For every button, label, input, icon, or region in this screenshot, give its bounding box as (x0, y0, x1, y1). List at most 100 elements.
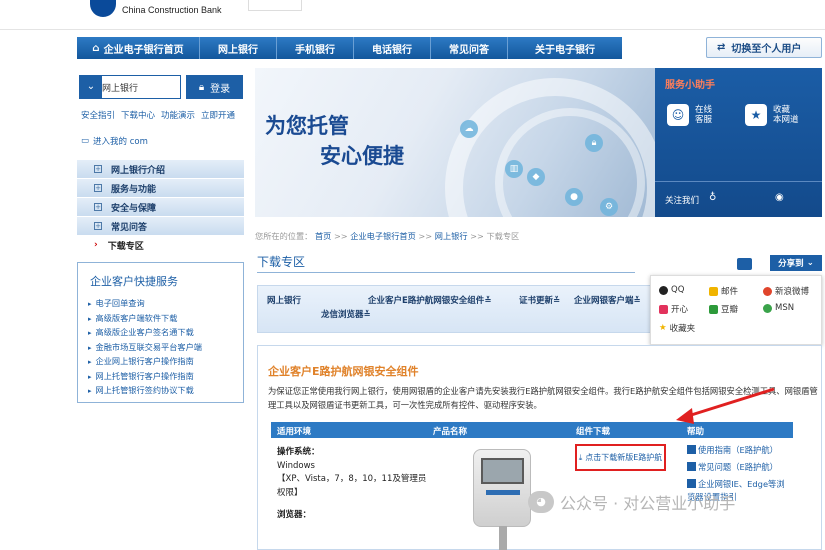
qq-icon (659, 285, 668, 295)
breadcrumb-prefix: 您所在的位置： (255, 231, 313, 241)
nav-home-label: 企业电子银行首页 (103, 44, 184, 56)
login-links: 安全指引 下载中心 功能演示 立即开通 (81, 109, 235, 121)
quick-link[interactable]: 网上托管银行签约协议下载 (88, 384, 243, 399)
lock-icon: 🔒︎ (585, 134, 603, 152)
side-menu: + 网上银行介绍 + 服务与功能 + 安全与保障 + 常见问答 › 下载专区 (77, 160, 244, 255)
col-environment: 适用环境 (277, 427, 312, 437)
quick-link[interactable]: 电子回单查询 (88, 297, 243, 312)
help-link-guide[interactable]: 使用指南（E路护航） (687, 444, 787, 457)
print-icon[interactable] (737, 258, 752, 270)
nav-phone-banking[interactable]: 电话银行 (354, 37, 431, 59)
side-menu-item[interactable]: + 网上银行介绍 (77, 160, 244, 179)
link-open-now[interactable]: 立即开通 (201, 109, 235, 121)
table-header: 适用环境 产品名称 组件下载 帮助 (271, 422, 793, 438)
switch-personal-button[interactable]: ⇄ 切换至个人用户 (706, 37, 822, 58)
breadcrumb-home[interactable]: 首页 (315, 231, 331, 241)
link-demo[interactable]: 功能演示 (161, 109, 195, 121)
quick-link[interactable]: 高级版客户端软件下载 (88, 312, 243, 327)
page-title: 下载专区 (257, 253, 635, 273)
side-menu-label: 常见问答 (111, 222, 148, 233)
share-kaixin[interactable]: 开心 (659, 303, 688, 315)
promo-banner[interactable]: ☁ 🔒︎ ▥ ◆ ● ⚙ 为您托管 安心便捷 (255, 68, 655, 217)
user-icon: ● (565, 188, 583, 206)
quick-link[interactable]: 企业网上银行客户操作指南 (88, 355, 243, 370)
mycom-link[interactable]: ▭ 进入我的 com (81, 135, 148, 147)
share-popup: QQ 邮件 新浪微博 开心 豆瓣 MSN ★ 收藏夹 (650, 275, 822, 345)
shield-icon: ◆ (527, 168, 545, 186)
bookmark-button[interactable]: ★ 收藏 本网道 (745, 104, 799, 126)
download-tabs: 网上银行 企业客户E路护航网银安全组件≚ 证书更新≚ 企业网银客户端≚ 龙信浏览… (257, 285, 652, 333)
breadcrumb-separator: >> (418, 231, 433, 241)
tab-browser[interactable]: 龙信浏览器≚ (321, 308, 371, 320)
os-label: 操作系统： (277, 447, 320, 457)
document-icon (687, 479, 696, 488)
login-area: 企业网上银行 ⌄ 🔒︎ 登录 安全指引 下载中心 功能演示 立即开通 ▭ 进入我… (77, 68, 244, 160)
breadcrumb-separator: >> (470, 231, 484, 241)
douban-icon (709, 304, 718, 314)
login-type-select[interactable]: 企业网上银行 ⌄ (79, 75, 181, 99)
help-link-faq[interactable]: 常见问题（E路护航） (687, 461, 787, 474)
share-button[interactable]: 分享到 ⌄ (770, 255, 822, 271)
nav-faq[interactable]: 常见问答 (431, 37, 508, 59)
download-e-lu-button[interactable]: ⤓ 点击下载新版E路护航 (575, 444, 666, 471)
header-search-box[interactable] (248, 0, 302, 11)
chat-icon: ☺ (667, 104, 689, 126)
tab-e-lu-label: 企业客户E路护航网银安全组件 (368, 296, 485, 306)
nav-home[interactable]: ⌂ 企业电子银行首页 (77, 37, 200, 59)
download-panel: 企业客户E路护航网银安全组件 为保证您正常使用我行网上银行，使用网银盾的企业客户… (257, 345, 822, 550)
panel-description: 为保证您正常使用我行网上银行，使用网银盾的企业客户请先安装我行E路护航网银安全组… (268, 386, 818, 410)
quick-link[interactable]: 网上托管银行客户操作指南 (88, 370, 243, 385)
breadcrumb-corporate[interactable]: 企业电子银行首页 (350, 231, 416, 241)
chevron-right-icon: › (94, 240, 98, 250)
online-service-button[interactable]: ☺ 在线 客服 (667, 104, 712, 126)
expand-icon: + (94, 222, 102, 230)
share-weibo[interactable]: 新浪微博 (763, 285, 809, 297)
share-msn[interactable]: MSN (763, 303, 794, 313)
lock-icon: 🔒︎ (198, 81, 205, 93)
panel-title: 企业客户E路护航网银安全组件 (268, 365, 419, 378)
bookmark-label: 收藏 本网道 (773, 105, 799, 125)
tab-client[interactable]: 企业网银客户端≚ (574, 294, 641, 306)
side-menu-item[interactable]: + 服务与功能 (77, 179, 244, 198)
os-value: Windows (277, 460, 315, 471)
share-weibo-label: 新浪微博 (775, 287, 810, 297)
banner-headline-1: 为您托管 (265, 113, 349, 138)
switch-icon: ⇄ (717, 42, 726, 53)
browser-label: 浏览器： (277, 510, 312, 520)
quick-link[interactable]: 金融市场互联交易平台客户端 (88, 341, 243, 356)
monitor-icon: ▭ (81, 136, 90, 146)
side-menu-item-active[interactable]: › 下载专区 (77, 236, 244, 255)
share-qq[interactable]: QQ (659, 285, 684, 295)
link-download-center[interactable]: 下载中心 (121, 109, 155, 121)
quick-services-title: 企业客户快捷服务 (90, 275, 178, 288)
login-button[interactable]: 🔒︎ 登录 (186, 75, 243, 99)
quick-link[interactable]: 高级版企业客户签名通下载 (88, 326, 243, 341)
wechat-icon[interactable]: ◉ (775, 192, 784, 203)
tab-cert-update[interactable]: 证书更新≚ (519, 294, 560, 306)
tab-e-lu[interactable]: 企业客户E路护航网银安全组件≚ (368, 294, 491, 306)
weibo-icon[interactable]: ♁ (709, 192, 716, 203)
nav-online-banking[interactable]: 网上银行 (200, 37, 277, 59)
side-menu-item[interactable]: + 常见问答 (77, 217, 244, 236)
service-helper-title: 服务小助手 (665, 80, 715, 91)
side-menu-label: 下载专区 (107, 241, 144, 252)
quick-services: 企业客户快捷服务 电子回单查询 高级版客户端软件下载 高级版企业客户签名通下载 … (77, 262, 244, 403)
tab-online-banking[interactable]: 网上银行 (267, 294, 301, 306)
share-douban[interactable]: 豆瓣 (709, 303, 738, 315)
environment-cell: 操作系统： Windows 【XP、Vista，7，8，10，11及管理员权限】… (277, 446, 427, 523)
nav-about[interactable]: 关于电子银行 (508, 37, 622, 59)
follow-us: 关注我们 ♁ ◉ (665, 192, 784, 206)
device-screen (481, 458, 524, 484)
side-menu-item[interactable]: + 安全与保障 (77, 198, 244, 217)
share-favorites[interactable]: ★ 收藏夹 (659, 322, 695, 334)
side-menu-label: 网上银行介绍 (111, 165, 166, 176)
share-mail[interactable]: 邮件 (709, 285, 738, 297)
star-icon: ★ (745, 104, 767, 126)
download-icon: ⤓ (578, 452, 583, 462)
download-e-lu-label: 点击下载新版E路护航 (585, 453, 663, 462)
share-qq-label: QQ (671, 285, 685, 295)
download-table: 适用环境 产品名称 组件下载 帮助 操作系统： Windows 【XP、Vist… (271, 422, 793, 550)
breadcrumb-online-banking[interactable]: 网上银行 (435, 231, 468, 241)
nav-mobile-banking[interactable]: 手机银行 (277, 37, 354, 59)
link-security-guide[interactable]: 安全指引 (81, 109, 115, 121)
